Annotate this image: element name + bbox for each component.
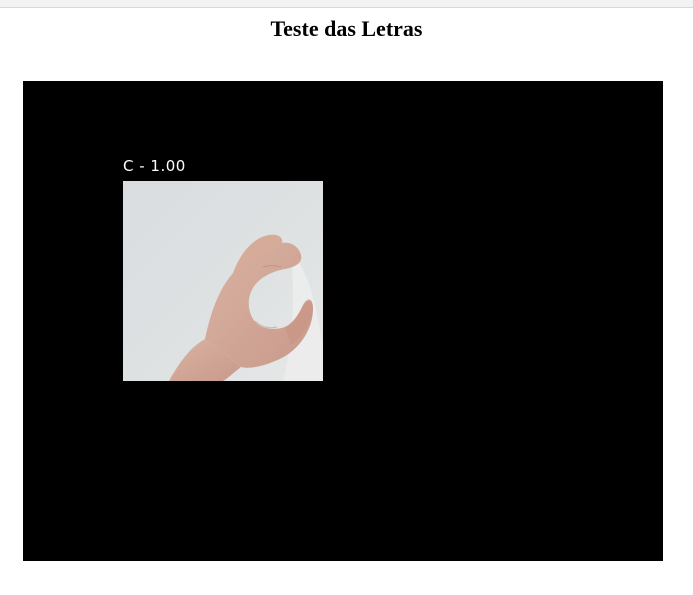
hand-sign-c-image	[123, 181, 323, 381]
page-title: Teste das Letras	[270, 16, 423, 41]
browser-top-strip	[0, 0, 693, 8]
detection-label: C - 1.00	[123, 157, 186, 175]
video-frame: C - 1.00	[23, 81, 663, 561]
hand-crop-image	[123, 181, 323, 381]
